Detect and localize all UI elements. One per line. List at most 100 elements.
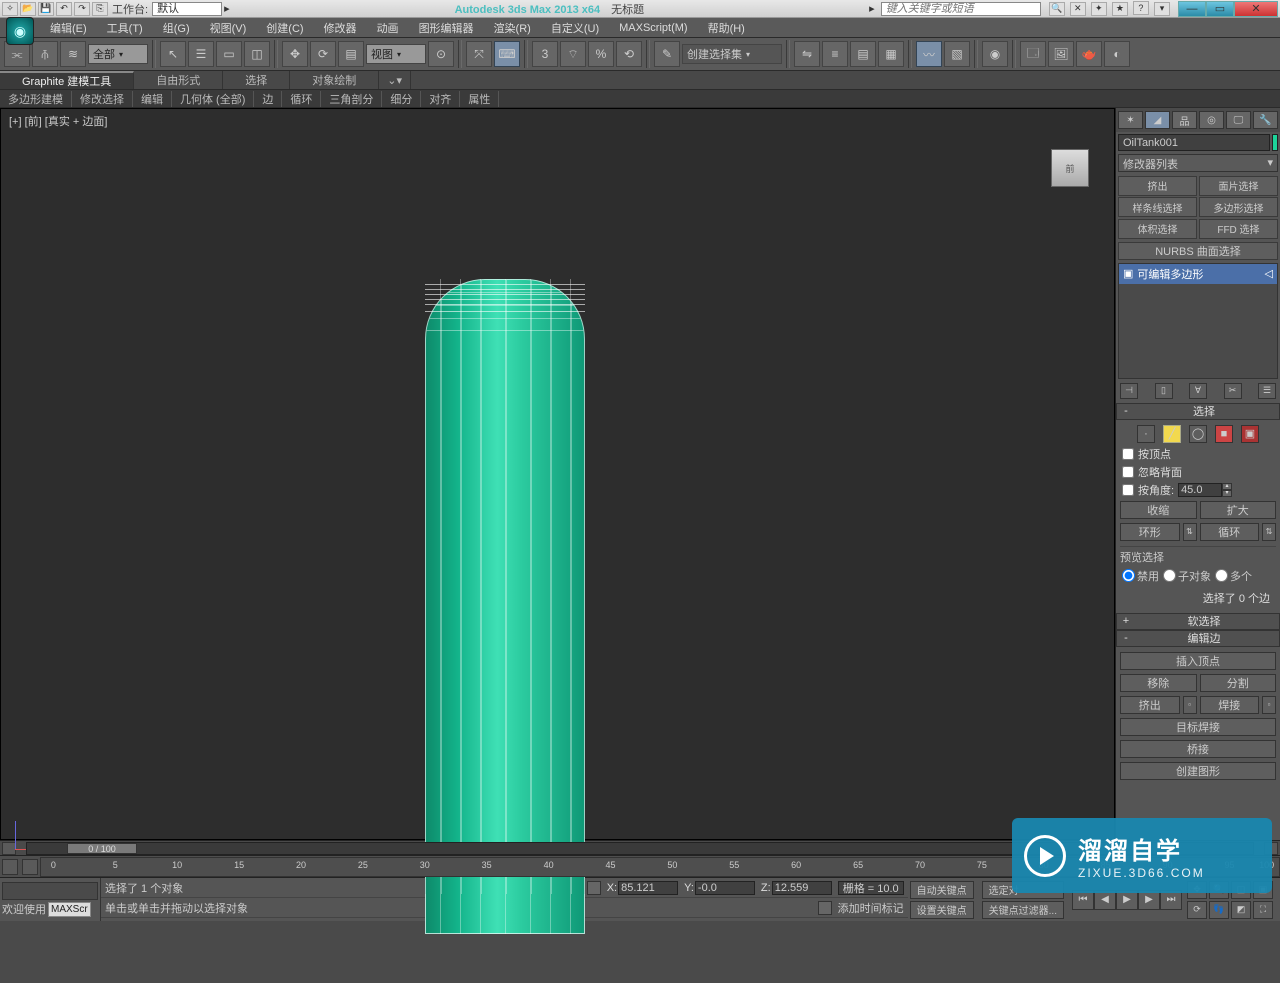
subobj-border-icon[interactable]: ◯ [1189, 425, 1207, 443]
add-time-tag[interactable]: 添加时间标记 [838, 900, 904, 916]
btn-shrink[interactable]: 收缩 [1120, 501, 1197, 519]
ribbon-tab-graphite[interactable]: Graphite 建模工具 [0, 71, 134, 89]
modifier-list-combo[interactable]: 修改器列表 [1118, 154, 1278, 172]
qat-open-icon[interactable]: 📂 [20, 2, 36, 16]
menu-edit[interactable]: 编辑(E) [40, 20, 97, 36]
panel-tri[interactable]: 三角剖分 [321, 91, 382, 107]
render-setup-icon[interactable]: 🗔 [1020, 41, 1046, 67]
btn-grow[interactable]: 扩大 [1200, 501, 1277, 519]
named-selection-combo[interactable]: 创建选择集 [682, 44, 782, 64]
angle-spinner[interactable] [1178, 483, 1222, 497]
lock-selection-icon[interactable] [587, 881, 601, 895]
radio-preview-multi[interactable] [1215, 569, 1228, 582]
expand-icon[interactable]: ▣ [1123, 267, 1133, 280]
coord-y-field[interactable] [695, 881, 755, 895]
favorite-icon[interactable]: ★ [1112, 2, 1128, 16]
select-icon[interactable]: ↖ [160, 41, 186, 67]
menu-help[interactable]: 帮助(H) [698, 20, 755, 36]
subobj-polygon-icon[interactable]: ■ [1215, 425, 1233, 443]
unlink-icon[interactable]: ⫚ [32, 41, 58, 67]
trackbar-toggle-icon[interactable] [2, 859, 18, 875]
panel-align[interactable]: 对齐 [421, 91, 460, 107]
scene-object-oiltank[interactable] [425, 279, 585, 934]
menu-modifiers[interactable]: 修改器 [314, 20, 367, 36]
btn-split[interactable]: 分割 [1200, 674, 1277, 692]
btn-bridge[interactable]: 桥接 [1120, 740, 1276, 758]
align-icon[interactable]: ≡ [822, 41, 848, 67]
chk-by-angle[interactable] [1122, 484, 1134, 496]
tab-motion-icon[interactable]: ◎ [1199, 111, 1224, 129]
viewport-label[interactable]: [+] [前] [真实 + 边面] [9, 113, 107, 129]
btn-create-shape[interactable]: 创建图形 [1120, 762, 1276, 780]
menu-group[interactable]: 组(G) [153, 20, 200, 36]
ribbon-tab-objectpaint[interactable]: 对象绘制 [290, 71, 379, 89]
auto-key-button[interactable]: 自动关键点 [910, 881, 974, 899]
panel-poly-modeling[interactable]: 多边形建模 [0, 91, 72, 107]
tab-hierarchy-icon[interactable]: 品 [1172, 111, 1197, 129]
spin-up-icon[interactable]: ▴ [1222, 483, 1232, 490]
subobj-vertex-icon[interactable]: · [1137, 425, 1155, 443]
rendered-frame-icon[interactable]: 🖼 [1048, 41, 1074, 67]
ribbon-collapse-icon[interactable]: ⌄▾ [379, 71, 411, 89]
render-production-icon[interactable]: 🫖 [1076, 41, 1102, 67]
panel-loops[interactable]: 循环 [282, 91, 321, 107]
viewcube[interactable]: 前 [1051, 149, 1089, 187]
percent-snap-icon[interactable]: % [588, 41, 614, 67]
material-editor-icon[interactable]: ◉ [982, 41, 1008, 67]
btn-target-weld[interactable]: 目标焊接 [1120, 718, 1276, 736]
tab-display-icon[interactable]: 🖵 [1226, 111, 1251, 129]
chk-by-vertex[interactable] [1122, 448, 1134, 460]
pivot-center-icon[interactable]: ⊙ [428, 41, 454, 67]
qat-save-icon[interactable]: 💾 [38, 2, 54, 16]
show-result-icon[interactable]: ▯ [1155, 383, 1173, 399]
rotate-icon[interactable]: ⟳ [310, 41, 336, 67]
coord-z-field[interactable] [772, 881, 832, 895]
object-name-field[interactable] [1118, 134, 1270, 151]
ring-spin-icon[interactable]: ⇅ [1183, 523, 1197, 541]
curve-editor-icon[interactable]: 〰 [916, 41, 942, 67]
communication-icon[interactable]: ✦ [1091, 2, 1107, 16]
nav-walk-icon[interactable]: 👣 [1209, 901, 1229, 919]
panel-subdiv[interactable]: 细分 [382, 91, 421, 107]
tab-create-icon[interactable]: ✶ [1118, 111, 1143, 129]
chk-ignore-back[interactable] [1122, 466, 1134, 478]
keyboard-shortcut-icon[interactable]: ⌨ [494, 41, 520, 67]
menu-maxscript[interactable]: MAXScript(M) [609, 22, 697, 34]
render-iterative-icon[interactable]: ◐ [1104, 41, 1130, 67]
workspace-combo[interactable]: 默认 [152, 2, 222, 16]
maxscript-listener[interactable]: MAXScr [48, 902, 91, 917]
quickmod-ffd-select[interactable]: FFD 选择 [1199, 219, 1278, 239]
qat-link-icon[interactable]: ⎘ [92, 2, 108, 16]
move-icon[interactable]: ✥ [282, 41, 308, 67]
panel-geometry-all[interactable]: 几何体 (全部) [172, 91, 254, 107]
help-dropdown-icon[interactable]: ▾ [1154, 2, 1170, 16]
scale-icon[interactable]: ▤ [338, 41, 364, 67]
mirror-icon[interactable]: ⇋ [794, 41, 820, 67]
select-by-name-icon[interactable]: ☰ [188, 41, 214, 67]
btn-loop[interactable]: 循环 [1200, 523, 1260, 541]
btn-weld[interactable]: 焊接 [1200, 696, 1260, 714]
viewport-front[interactable]: [+] [前] [真实 + 边面] 前 [0, 108, 1115, 840]
edit-named-sel-icon[interactable]: ✎ [654, 41, 680, 67]
quickmod-patch-select[interactable]: 面片选择 [1199, 176, 1278, 196]
weld-settings-icon[interactable]: ▫ [1262, 696, 1276, 714]
quickmod-poly-select[interactable]: 多边形选择 [1199, 197, 1278, 217]
schematic-view-icon[interactable]: ▧ [944, 41, 970, 67]
loop-spin-icon[interactable]: ⇅ [1262, 523, 1276, 541]
panel-edit[interactable]: 编辑 [133, 91, 172, 107]
btn-extrude-edge[interactable]: 挤出 [1120, 696, 1180, 714]
time-slider-thumb[interactable]: 0 / 100 [67, 843, 137, 854]
nav-maximize-icon[interactable]: ⛶ [1253, 901, 1273, 919]
subscription-icon[interactable]: ✕ [1070, 2, 1086, 16]
set-key-button[interactable]: 设置关键点 [910, 901, 974, 919]
object-color-swatch[interactable] [1272, 134, 1278, 151]
rollout-editedges-header[interactable]: -编辑边 [1116, 630, 1280, 647]
menu-views[interactable]: 视图(V) [200, 20, 257, 36]
quickmod-vol-select[interactable]: 体积选择 [1118, 219, 1197, 239]
menu-animation[interactable]: 动画 [367, 20, 409, 36]
quickmod-spline-select[interactable]: 样条线选择 [1118, 197, 1197, 217]
quickmod-extrude[interactable]: 挤出 [1118, 176, 1197, 196]
result-toggle-icon[interactable]: ◁ [1265, 267, 1273, 280]
slider-prev-icon[interactable] [2, 842, 16, 855]
ribbon-tab-selection[interactable]: 选择 [223, 71, 290, 89]
